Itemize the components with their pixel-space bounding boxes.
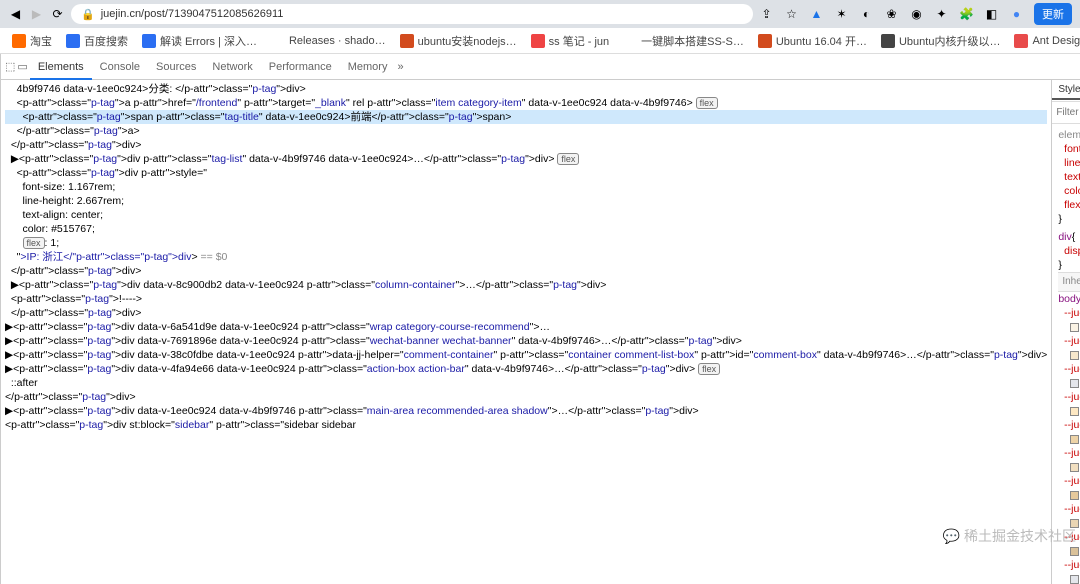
forward-icon[interactable]: ▶ [29,7,44,22]
bookmark-item[interactable]: 百度搜索 [60,30,134,52]
url-text: juejin.cn/post/7139047512085626911 [101,8,284,20]
more-tabs-icon[interactable]: » [397,61,403,73]
ext6-icon[interactable]: ◧ [984,7,999,22]
ext4-icon[interactable]: ◉ [909,7,924,22]
devtools-tab-console[interactable]: Console [92,56,148,78]
styles-body[interactable]: element.style { font-size: 1.167rem; lin… [1052,124,1080,584]
devtools-tab-elements[interactable]: Elements [30,56,92,80]
styles-tab-styles[interactable]: Styles [1052,81,1080,100]
devtools-tab-performance[interactable]: Performance [261,56,340,78]
gdrive-icon[interactable]: ▲ [809,7,824,22]
styles-panel: StylesComputedLayoutEvent Listeners :hov… [1051,80,1080,584]
browser-toolbar: ◀ ▶ ⟳ 🔒 juejin.cn/post/71390475120856269… [0,0,1080,28]
bookmark-item[interactable]: Ubuntu 16.04 开… [752,30,873,52]
styles-filter-input[interactable] [1056,107,1080,118]
bookmark-item[interactable]: Ubuntu内核升级以… [875,30,1006,52]
lock-icon: 🔒 [81,8,95,21]
devtools-tab-sources[interactable]: Sources [148,56,204,78]
devtools-tabs: ⬚ ▭ ElementsConsoleSourcesNetworkPerform… [1,54,1080,80]
styles-tabs: StylesComputedLayoutEvent Listeners [1052,80,1080,102]
devtools-tab-memory[interactable]: Memory [340,56,396,78]
inspect-icon[interactable]: ⬚ [5,60,15,73]
puzzle-icon[interactable]: 🧩 [959,7,974,22]
device-icon[interactable]: ▭ [17,60,27,73]
bookmarks-bar: 淘宝百度搜索解读 Errors | 深入…Releases · shado…ub… [0,28,1080,54]
reload-icon[interactable]: ⟳ [50,7,65,22]
address-bar[interactable]: 🔒 juejin.cn/post/7139047512085626911 [71,4,753,24]
share-icon[interactable]: ⇪ [759,7,774,22]
ext1-icon[interactable]: ✶ [834,7,849,22]
back-icon[interactable]: ◀ [8,7,23,22]
bookmark-item[interactable]: Releases · shado… [265,31,392,51]
ext5-icon[interactable]: ✦ [934,7,949,22]
star-icon[interactable]: ☆ [784,7,799,22]
elements-panel[interactable]: 4b9f9746 data-v-1ee0c924>分类: </p-attr">c… [1,80,1051,584]
bookmark-item[interactable]: ss 笔记 - jun [525,30,616,52]
bookmark-item[interactable]: Ant Design mome… [1008,31,1080,51]
devtools-tab-network[interactable]: Network [204,56,260,78]
update-button[interactable]: 更新 [1034,3,1072,25]
bookmark-item[interactable]: 一键脚本搭建SS-S… [617,30,750,52]
bookmark-item[interactable]: 解读 Errors | 深入… [136,30,263,52]
bookmark-item[interactable]: 淘宝 [6,30,58,52]
avatar-icon[interactable]: ● [1009,7,1024,22]
devtools: ⬚ ▭ ElementsConsoleSourcesNetworkPerform… [0,54,1080,584]
ext3-icon[interactable]: ❀ [884,7,899,22]
ext2-icon[interactable]: ◐ [859,7,874,22]
bookmark-item[interactable]: ubuntu安装nodejs… [394,30,523,52]
